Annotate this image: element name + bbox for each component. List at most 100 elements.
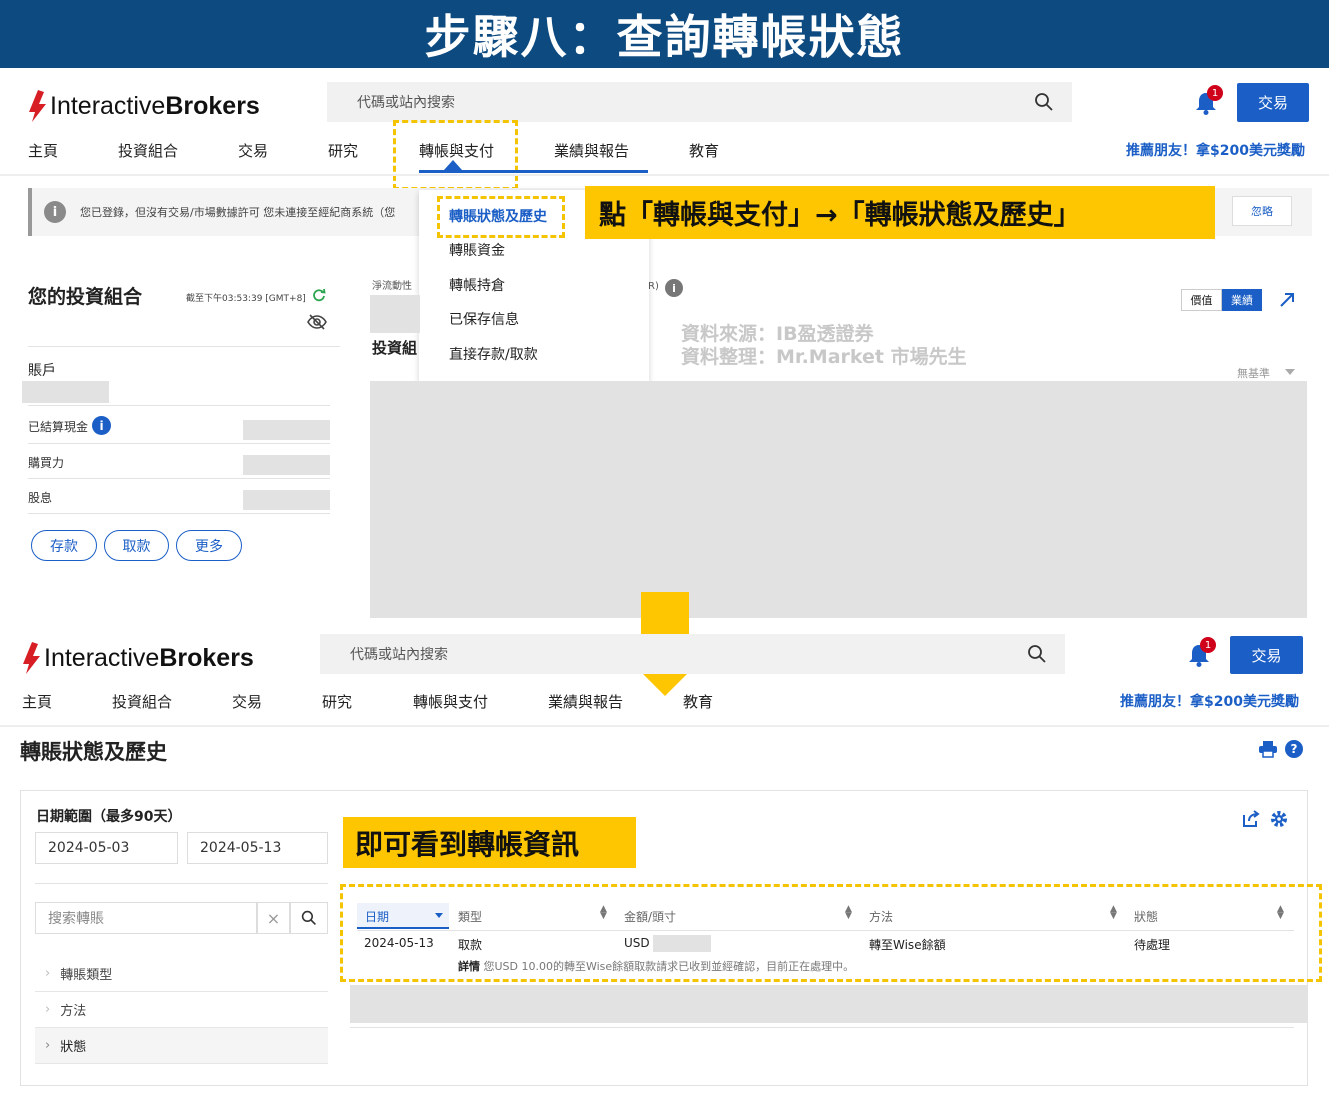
filter-transfer-type[interactable]: › 轉賬類型 — [35, 956, 328, 992]
ignore-button[interactable]: 忽略 — [1232, 196, 1292, 226]
nav-education[interactable]: 教育 — [689, 140, 719, 161]
nav-home[interactable]: 主頁 — [22, 691, 52, 712]
menu-item-transfer-funds[interactable]: 轉賬資金 — [449, 240, 505, 260]
watermark-compiler: 資料整理：Mr.Market 市場先生 — [681, 346, 967, 368]
menu-item-saved-info[interactable]: 已保存信息 — [449, 309, 519, 329]
nav-caret-icon — [444, 160, 462, 170]
nav-home[interactable]: 主頁 — [28, 140, 58, 161]
callout-instruction: 點「轉帳與支付」→「轉帳狀態及歷史」 — [585, 186, 1215, 239]
portfolio-chart-label: 投資組 — [372, 339, 418, 357]
search-transfers-input[interactable]: 搜索轉賬 — [35, 902, 257, 934]
deposit-button[interactable]: 存款 — [31, 530, 97, 561]
logo-text-part2: Brokers — [159, 643, 254, 672]
more-button[interactable]: 更多 — [176, 530, 242, 561]
menu-item-direct-deposit[interactable]: 直接存款/取款 — [449, 344, 538, 364]
help-icon[interactable]: ? — [1285, 740, 1303, 758]
settled-cash-value-redacted — [243, 420, 330, 440]
referral-link[interactable]: 推薦朋友！拿$200美元獎勵 — [1120, 691, 1299, 711]
search-icon[interactable] — [1034, 92, 1054, 116]
header-divider — [0, 174, 1329, 176]
net-liquidity-value-redacted — [370, 295, 420, 333]
logo-text-part1: Interactive — [44, 643, 160, 672]
menu-item-transfer-positions[interactable]: 轉帳持倉 — [449, 275, 505, 295]
toggle-value[interactable]: 價值 — [1181, 289, 1222, 311]
gear-icon[interactable] — [1270, 810, 1288, 832]
date-range-label: 日期範圍（最多90天） — [36, 809, 182, 825]
notification-badge: 1 — [1200, 637, 1216, 653]
title-banner: 步驟八：查詢轉帳狀態 — [0, 0, 1329, 68]
nav-trade[interactable]: 交易 — [232, 691, 262, 712]
highlight-nav-transfer — [393, 120, 518, 190]
withdraw-button[interactable]: 取款 — [104, 530, 169, 561]
nav-research[interactable]: 研究 — [328, 140, 358, 161]
refresh-icon[interactable] — [312, 287, 326, 306]
page-title: 轉賬狀態及歷史 — [20, 740, 167, 764]
search-placeholder: 代碼或站內搜索 — [357, 95, 455, 111]
print-icon[interactable] — [1258, 740, 1278, 762]
portfolio-timestamp: 截至下午03:53:39 [GMT+8] — [186, 294, 306, 304]
nav-transfer-pay[interactable]: 轉帳與支付 — [413, 691, 488, 712]
account-label: 賬戶 — [28, 363, 56, 379]
ib-logo-bottom[interactable]: InteractiveBrokers — [20, 638, 254, 678]
share-icon[interactable] — [1241, 810, 1261, 832]
search-icon — [301, 910, 316, 925]
dividends-label: 股息 — [28, 491, 53, 505]
trade-button[interactable]: 交易 — [1237, 83, 1309, 122]
highlight-table — [340, 884, 1322, 982]
nav-portfolio[interactable]: 投資組合 — [118, 140, 178, 161]
buying-power-label: 購買力 — [28, 456, 65, 470]
notice-text: 您已登錄，但沒有交易/市場數據許可 您未連接至經紀商系統（您 — [80, 206, 396, 219]
divider — [35, 883, 328, 884]
buying-power-value-redacted — [243, 455, 330, 475]
return-label-fragment: R) — [648, 281, 659, 292]
benchmark-select[interactable]: 無基準 — [1237, 365, 1270, 381]
return-info-icon[interactable]: i — [665, 279, 683, 297]
ib-logo[interactable]: InteractiveBrokers — [26, 86, 260, 126]
info-icon: i — [44, 201, 66, 223]
account-value-redacted — [22, 381, 109, 403]
trade-button-bottom[interactable]: 交易 — [1230, 636, 1303, 674]
filter-method[interactable]: › 方法 — [35, 992, 328, 1028]
nav-trade[interactable]: 交易 — [238, 140, 268, 161]
dividends-value-redacted — [243, 490, 330, 510]
chevron-right-icon: › — [45, 966, 51, 981]
clear-search-icon[interactable]: × — [257, 902, 290, 934]
nav-portfolio[interactable]: 投資組合 — [112, 691, 172, 712]
divider — [28, 405, 330, 406]
nav-performance[interactable]: 業績與報告 — [554, 140, 629, 161]
date-from-input[interactable]: 2024-05-03 — [35, 832, 178, 864]
date-to-input[interactable]: 2024-05-13 — [187, 832, 328, 864]
highlight-menu-item — [437, 196, 565, 238]
search-input[interactable]: 代碼或站內搜索 — [327, 82, 1072, 122]
search-transfers-button[interactable] — [290, 902, 328, 934]
header-divider — [0, 725, 1329, 727]
divider — [350, 1027, 1294, 1028]
settled-cash-info-icon[interactable]: i — [92, 416, 111, 435]
divider — [28, 443, 330, 444]
nav-performance[interactable]: 業績與報告 — [548, 691, 623, 712]
notification-badge: 1 — [1207, 85, 1223, 101]
watermark-source: 資料來源：IB盈透證券 — [681, 323, 874, 345]
expand-arrow-icon[interactable] — [1279, 292, 1295, 312]
nav-education[interactable]: 教育 — [683, 691, 713, 712]
chevron-down-icon — [1285, 369, 1295, 375]
divider — [28, 513, 330, 514]
portfolio-title: 您的投資組合 — [28, 286, 143, 308]
nav-active-underline — [419, 170, 648, 173]
callout-result: 即可看到轉帳資訊 — [343, 817, 636, 868]
net-liquidity-label: 淨流動性 — [372, 281, 412, 292]
search-input-bottom[interactable]: 代碼或站內搜索 — [320, 634, 1065, 674]
settled-cash-label: 已結算現金 — [28, 420, 89, 434]
search-icon[interactable] — [1027, 644, 1047, 668]
banner-title: 步驟八：查詢轉帳狀態 — [424, 10, 905, 64]
referral-link[interactable]: 推薦朋友！拿$200美元獎勵 — [1126, 140, 1305, 160]
hide-eye-icon[interactable] — [307, 313, 327, 335]
nav-research[interactable]: 研究 — [322, 691, 352, 712]
search-placeholder: 代碼或站內搜索 — [350, 647, 448, 663]
ib-logo-mark-icon — [20, 642, 42, 674]
chart-area-redacted — [370, 381, 1307, 618]
toggle-performance[interactable]: 業績 — [1222, 289, 1262, 311]
divider — [28, 346, 340, 347]
filter-status[interactable]: › 狀態 — [35, 1028, 328, 1064]
divider — [28, 478, 330, 479]
